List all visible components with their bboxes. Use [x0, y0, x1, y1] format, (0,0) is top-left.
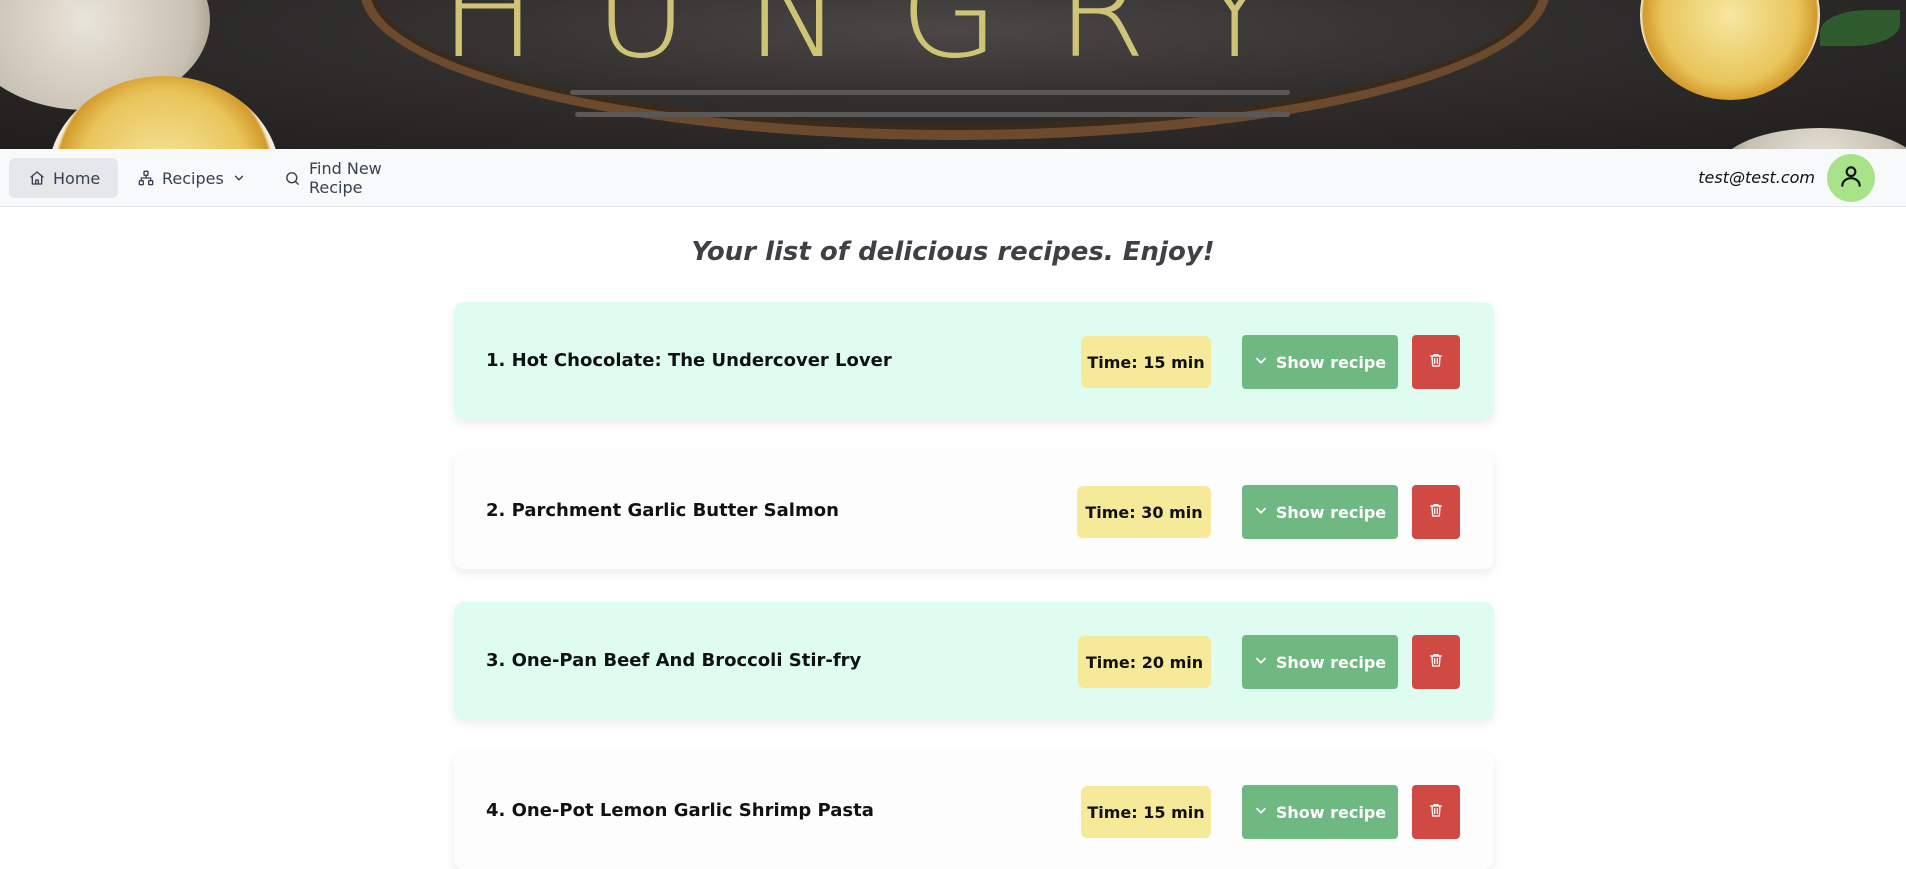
trash-icon — [1428, 352, 1444, 372]
user-avatar-button[interactable] — [1827, 154, 1875, 202]
nav-home[interactable]: Home — [9, 158, 118, 198]
time-badge: Time: 20 min — [1078, 636, 1211, 688]
nav-recipes-dropdown[interactable]: Recipes — [118, 158, 258, 198]
recipe-card: 1. Hot Chocolate: The Undercover Lover T… — [454, 302, 1494, 419]
show-recipe-button[interactable]: Show recipe — [1242, 485, 1398, 539]
delete-recipe-button[interactable] — [1412, 785, 1460, 839]
show-recipe-button[interactable]: Show recipe — [1242, 335, 1398, 389]
chevron-down-icon — [232, 171, 246, 185]
search-icon — [284, 170, 301, 187]
show-recipe-label: Show recipe — [1275, 802, 1387, 822]
show-recipe-label: Show recipe — [1275, 502, 1387, 522]
show-recipe-button[interactable]: Show recipe — [1242, 785, 1398, 839]
show-recipe-button[interactable]: Show recipe — [1242, 635, 1398, 689]
nav-recipes-label: Recipes — [162, 168, 224, 188]
user-icon — [1838, 163, 1864, 193]
time-badge: Time: 30 min — [1077, 486, 1211, 538]
page-title: Your list of delicious recipes. Enjoy! — [691, 237, 1215, 267]
trash-icon — [1428, 652, 1444, 672]
recipe-title: 3. One-Pan Beef And Broccoli Stir-fry — [486, 650, 862, 671]
recipe-title: 2. Parchment Garlic Butter Salmon — [486, 500, 839, 521]
show-recipe-label: Show recipe — [1275, 652, 1387, 672]
home-icon — [29, 170, 45, 186]
trash-icon — [1428, 502, 1444, 522]
recipe-title: 1. Hot Chocolate: The Undercover Lover — [486, 350, 892, 371]
user-email: test@test.com — [1698, 168, 1815, 187]
nav-find-new-recipe[interactable]: Find New Recipe — [264, 158, 454, 198]
delete-recipe-button[interactable] — [1412, 485, 1460, 539]
recipe-card: 3. One-Pan Beef And Broccoli Stir-fry Ti… — [454, 602, 1494, 719]
nav-find-label: Find New Recipe — [309, 159, 382, 197]
recipe-card: 4. One-Pot Lemon Garlic Shrimp Pasta Tim… — [454, 752, 1494, 869]
delete-recipe-button[interactable] — [1412, 335, 1460, 389]
trash-icon — [1428, 802, 1444, 822]
delete-recipe-button[interactable] — [1412, 635, 1460, 689]
show-recipe-label: Show recipe — [1275, 352, 1387, 372]
chevron-down-icon — [1254, 803, 1268, 822]
time-badge: Time: 15 min — [1081, 786, 1211, 838]
nav-home-label: Home — [53, 168, 101, 188]
navbar: Home Recipes Find New Recipe test@test.c… — [0, 149, 1906, 207]
banner-image: HUNGRY — [0, 0, 1906, 149]
sitemap-icon — [138, 170, 154, 186]
recipe-title: 4. One-Pot Lemon Garlic Shrimp Pasta — [486, 800, 874, 821]
time-badge: Time: 15 min — [1081, 336, 1211, 388]
recipe-card: 2. Parchment Garlic Butter Salmon Time: … — [454, 452, 1494, 569]
chevron-down-icon — [1254, 353, 1268, 372]
chevron-down-icon — [1254, 503, 1268, 522]
chevron-down-icon — [1254, 653, 1268, 672]
